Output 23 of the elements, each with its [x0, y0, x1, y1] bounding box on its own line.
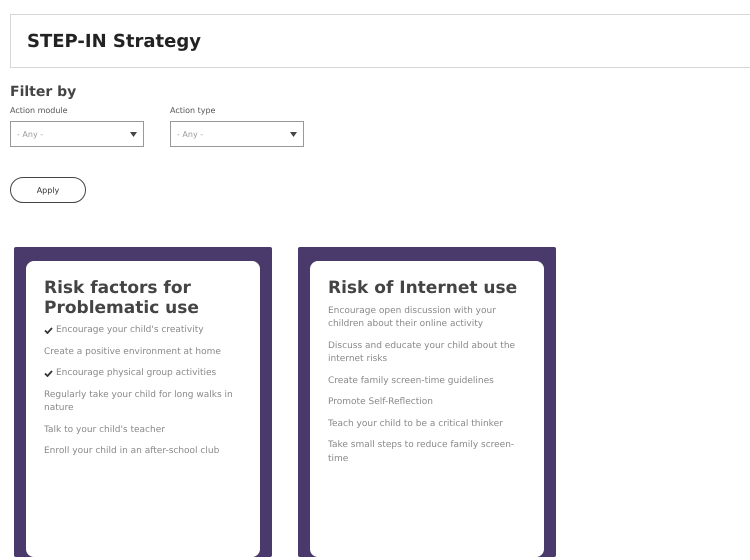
caret-icon — [130, 132, 137, 136]
action-item: Encourage physical group activities — [56, 367, 216, 380]
action-item: Take small steps to reduce family screen-time — [328, 439, 516, 466]
apply-button[interactable]: Apply — [10, 177, 86, 203]
dropdown-field[interactable]: - Any - — [10, 121, 144, 147]
action-item: Discuss and educate your child about the internet risks — [328, 340, 516, 366]
field-label: Action module — [10, 106, 69, 115]
action-item: Teach your child to be a critical thinker — [328, 418, 503, 431]
filter-heading: Filter by — [10, 84, 78, 100]
card-title: Risk factors for Problematic use — [44, 279, 200, 318]
action-item: Encourage your child's creativity — [56, 324, 204, 338]
action-item: Create family screen-time guidelines — [328, 374, 494, 388]
caret-icon — [290, 132, 297, 136]
field-label: Action type — [170, 106, 216, 115]
action-item: Create a positive environment at home — [44, 346, 221, 359]
action-item: Enroll your child in an after-school club — [44, 445, 220, 458]
dropdown-field[interactable]: - Any - — [170, 121, 304, 147]
action-item: Encourage open discussion with your children about their online activity — [328, 304, 497, 332]
action-item: Talk to your child's teacher — [44, 424, 165, 437]
action-item: Regularly take your child for long walks in nature — [44, 388, 234, 416]
card-title: Risk of Internet use — [328, 279, 518, 299]
page-title: STEP-IN Strategy — [27, 30, 201, 52]
action-item: Promote Self-Reflection — [328, 396, 433, 410]
